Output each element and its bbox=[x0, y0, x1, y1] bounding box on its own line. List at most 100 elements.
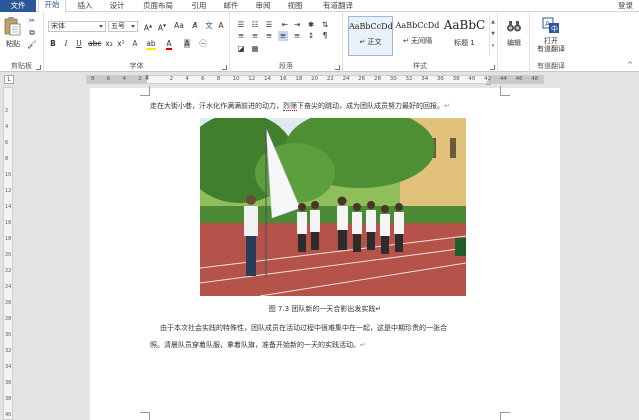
subscript-icon[interactable]: x₂ bbox=[104, 39, 114, 49]
ruler-number: 8 bbox=[216, 76, 221, 82]
ruler-number: 12 bbox=[248, 76, 256, 82]
paste-icon[interactable] bbox=[3, 16, 21, 36]
para1-text: 走在大街小巷，汗水化作满满前进的动力， bbox=[150, 102, 283, 110]
styles-more-icon[interactable]: ▾ bbox=[490, 40, 496, 52]
document-page[interactable]: 走在大街小巷，汗水化作满满前进的动力，烈筛下奋尖的跳动，成为团队成员努力最好的回… bbox=[90, 86, 560, 420]
ruler-number: 28 bbox=[374, 76, 382, 82]
ruler-number: 24 bbox=[342, 76, 350, 82]
enclose-char-icon[interactable]: ㊀ bbox=[198, 39, 208, 49]
tab-youdao[interactable]: 有道翻译 bbox=[316, 0, 360, 12]
editing-group[interactable]: 编辑 bbox=[498, 12, 530, 72]
ruler-strip[interactable]: 8 6 4 2 2 4 6 8 10 12 14 16 18 20 22 24 26 28 30 32 34 36 38 40… bbox=[86, 74, 544, 86]
tab-page-layout[interactable]: 页面布局 bbox=[136, 0, 180, 12]
paragraph-2-line-2[interactable]: 照。清晨队员穿着队服，拿着队旗，准备开始新的一天的实践活动。↵ bbox=[150, 340, 510, 350]
team-photo[interactable] bbox=[200, 118, 466, 296]
char-shading-icon[interactable]: A bbox=[182, 39, 192, 49]
document-canvas[interactable]: 走在大街小巷，汗水化作满满前进的动力，烈筛下奋尖的跳动，成为团队成员努力最好的回… bbox=[16, 86, 639, 420]
font-size-combo[interactable]: 五号 bbox=[108, 21, 138, 32]
bold-icon[interactable]: B bbox=[48, 39, 58, 49]
underline-icon[interactable]: U bbox=[74, 39, 84, 49]
style-heading-1-label: 标题 1 bbox=[454, 39, 475, 47]
crop-mark bbox=[140, 412, 150, 420]
ruler-number: 40 bbox=[468, 76, 476, 82]
copy-icon[interactable]: ⧉ bbox=[27, 28, 37, 38]
clipboard-launcher-icon[interactable] bbox=[36, 65, 41, 70]
font-color-icon[interactable]: A bbox=[164, 39, 174, 50]
font-launcher-icon[interactable] bbox=[222, 65, 227, 70]
style-heading-1[interactable]: AaBbC 标题 1 bbox=[442, 16, 487, 56]
format-painter-icon[interactable]: 🖌 bbox=[27, 40, 37, 50]
paragraph-group: ☰ ☷ ☰ ⇤ ⇥ ✱ ⇅ ≡ ≡ ≡ ≡ ≡ ↕ ¶ ◪ ▦ 段落 bbox=[230, 12, 343, 72]
highlight-icon[interactable]: ab bbox=[146, 39, 156, 50]
youdao-group-label: 有道翻译 bbox=[537, 62, 565, 70]
ruler-number: 30 bbox=[389, 76, 397, 82]
font-name-combo[interactable]: 宋体 bbox=[48, 21, 106, 32]
clear-format-icon[interactable]: A̸ bbox=[190, 21, 200, 31]
change-case-icon[interactable]: Aa bbox=[172, 21, 186, 31]
ruler-number: 2 bbox=[138, 76, 142, 82]
style-no-spacing-label: ↵ 无间隔 bbox=[402, 37, 433, 45]
tab-view[interactable]: 视图 bbox=[282, 0, 308, 12]
text-effects-icon[interactable]: A bbox=[130, 39, 140, 49]
superscript-icon[interactable]: x² bbox=[116, 39, 126, 49]
styles-scroll[interactable]: ▲ ▼ ▾ bbox=[489, 16, 496, 56]
horizontal-ruler[interactable]: L 8 6 4 2 2 4 6 8 10 12 14 16 18 20 22 24 26 28 30 32 34 36 38… bbox=[0, 73, 639, 86]
borders-icon[interactable]: ▦ bbox=[250, 44, 260, 54]
paragraph-2-line-1[interactable]: 由于本次社会实践的特殊性，团队成员在活动过程中很难集中在一起，这是中期珍贵的一张… bbox=[160, 323, 520, 333]
ruler-number: 16 bbox=[279, 76, 287, 82]
distributed-icon[interactable]: ≡ bbox=[292, 31, 302, 41]
shading-icon[interactable]: ◪ bbox=[236, 44, 246, 54]
para1-text-end: 下奋尖的跳动，成为团队成员努力最好的回报。 bbox=[297, 102, 444, 110]
figure-caption[interactable]: 图 7.3 团队新的一天合影出发实践↵ bbox=[90, 304, 560, 314]
tab-references[interactable]: 引用 bbox=[186, 0, 212, 12]
spelling-error[interactable]: 烈筛 bbox=[283, 102, 297, 111]
tab-file[interactable]: 文件 bbox=[0, 0, 36, 12]
tab-insert[interactable]: 插入 bbox=[72, 0, 98, 12]
para2-line2-text: 照。清晨队员穿着队服，拿着队旗，准备开始新的一天的实践活动。 bbox=[150, 341, 360, 349]
justify-icon[interactable]: ≡ bbox=[278, 31, 288, 41]
strikethrough-icon[interactable]: abc bbox=[88, 39, 101, 49]
line-spacing-icon[interactable]: ↕ bbox=[306, 31, 316, 41]
vertical-ruler[interactable]: 2 4 6 8 10 12 14 16 18 20 22 24 26 28 30 32 34 36 38 40 bbox=[3, 87, 13, 420]
bullets-icon[interactable]: ☰ bbox=[236, 20, 246, 30]
paragraph-launcher-icon[interactable] bbox=[335, 65, 340, 70]
phonetic-guide-icon[interactable]: 文 bbox=[204, 21, 214, 31]
open-youdao-button[interactable]: 打开 有道翻译 bbox=[530, 37, 572, 53]
login-link[interactable]: 登录 bbox=[618, 0, 633, 12]
style-no-spacing[interactable]: AaBbCcDd ↵ 无间隔 bbox=[395, 16, 440, 56]
align-left-icon[interactable]: ≡ bbox=[236, 31, 246, 41]
chevron-down-icon bbox=[131, 25, 135, 28]
paragraph-1[interactable]: 走在大街小巷，汗水化作满满前进的动力，烈筛下奋尖的跳动，成为团队成员努力最好的回… bbox=[150, 101, 510, 111]
ruler-number: 18 bbox=[295, 76, 303, 82]
chevron-down-icon[interactable]: ▼ bbox=[490, 28, 496, 40]
multilevel-list-icon[interactable]: ☰ bbox=[264, 20, 274, 30]
vruler-number: 14 bbox=[5, 204, 12, 210]
align-right-icon[interactable]: ≡ bbox=[264, 31, 274, 41]
translate-icon[interactable]: A 中 bbox=[542, 17, 560, 34]
increase-indent-icon[interactable]: ⇥ bbox=[292, 20, 302, 30]
paste-button[interactable]: 粘贴 bbox=[3, 39, 23, 49]
show-marks-icon[interactable]: ¶ bbox=[320, 31, 330, 41]
cut-icon[interactable]: ✂ bbox=[27, 16, 37, 26]
font-size-value: 五号 bbox=[111, 22, 125, 30]
align-center-icon[interactable]: ≡ bbox=[250, 31, 260, 41]
chinese-layout-icon[interactable]: ✱ bbox=[306, 20, 316, 30]
tab-selector[interactable]: L bbox=[4, 75, 14, 84]
chevron-up-icon[interactable]: ▲ bbox=[490, 16, 496, 28]
shrink-font-icon[interactable]: A▼ bbox=[156, 21, 168, 33]
right-indent-marker-icon[interactable]: △ bbox=[486, 79, 491, 86]
sort-icon[interactable]: ⇅ bbox=[320, 20, 330, 30]
style-normal[interactable]: AaBbCcDd ↵ 正文 bbox=[348, 16, 393, 56]
vruler-number: 32 bbox=[5, 348, 12, 354]
tab-design[interactable]: 设计 bbox=[104, 0, 130, 12]
decrease-indent-icon[interactable]: ⇤ bbox=[280, 20, 290, 30]
indent-marker-icon[interactable]: ⧗ bbox=[145, 74, 149, 82]
char-border-icon[interactable]: A bbox=[216, 21, 226, 31]
styles-launcher-icon[interactable] bbox=[490, 65, 495, 70]
tab-mailings[interactable]: 邮件 bbox=[218, 0, 244, 12]
tab-review[interactable]: 审阅 bbox=[250, 0, 276, 12]
numbering-icon[interactable]: ☷ bbox=[250, 20, 260, 30]
collapse-ribbon-icon[interactable]: ^ bbox=[627, 61, 633, 69]
italic-icon[interactable]: I bbox=[61, 39, 71, 49]
grow-font-icon[interactable]: A▲ bbox=[142, 21, 154, 33]
